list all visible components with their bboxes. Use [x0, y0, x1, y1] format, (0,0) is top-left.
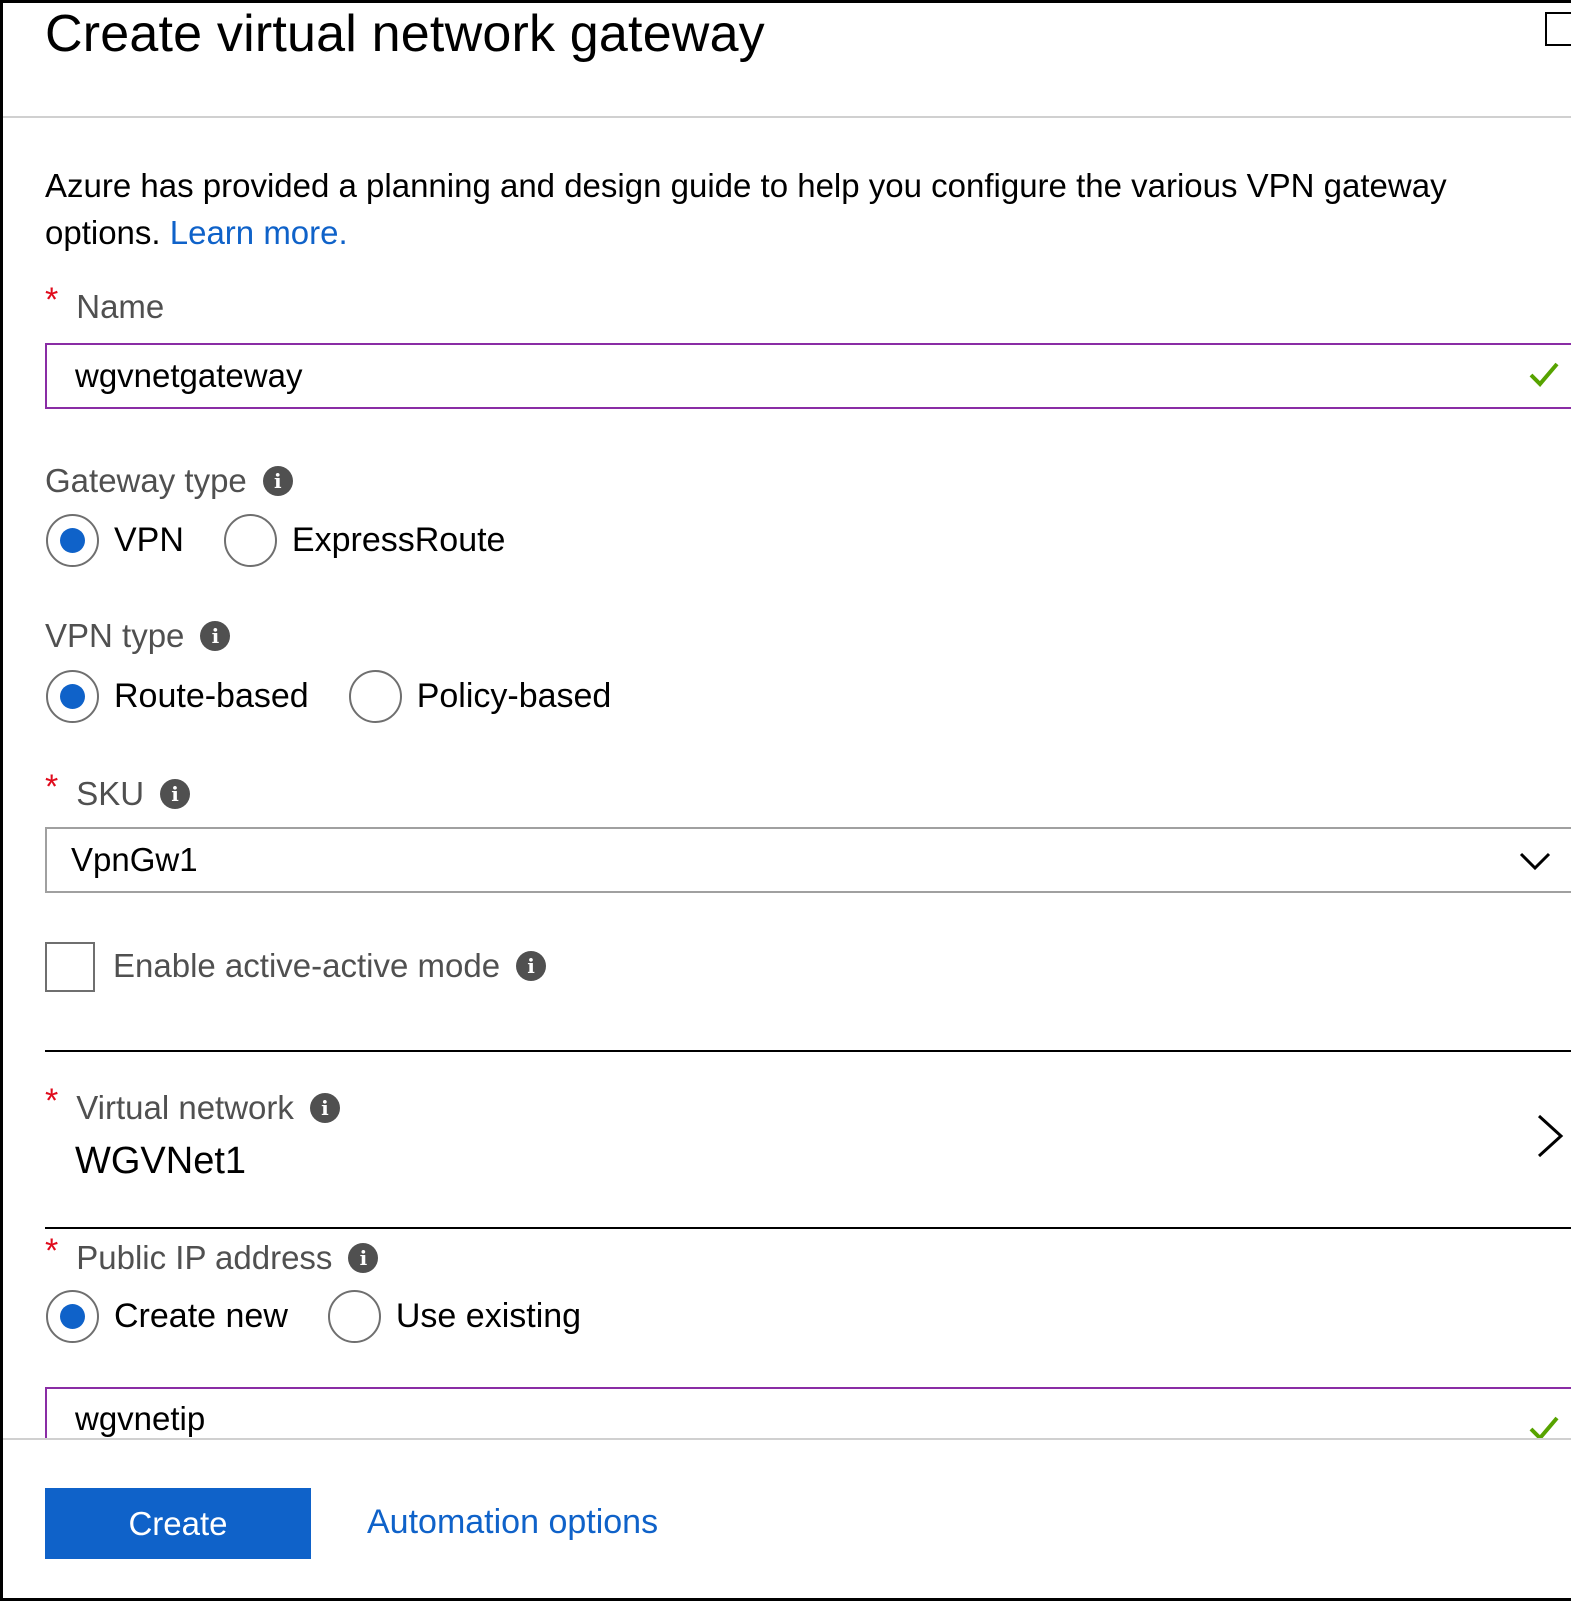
virtual-network-value[interactable]: WGVNet1 [75, 1140, 246, 1183]
gateway-type-vpn-label: VPN [114, 521, 184, 559]
sku-label: * SKU i [45, 768, 191, 813]
sku-selected-value: VpnGw1 [71, 841, 198, 878]
required-marker: * [45, 281, 59, 319]
gateway-type-vpn-radio[interactable] [46, 514, 99, 567]
public-ip-label-text: Public IP address [76, 1238, 333, 1276]
virtual-network-label: * Virtual network i [45, 1082, 340, 1127]
vpn-type-policy-based-radio[interactable] [348, 670, 402, 723]
vpn-type-route-based-radio[interactable] [46, 670, 99, 723]
info-icon[interactable]: i [262, 466, 293, 496]
gateway-type-expressroute-label: ExpressRoute [291, 521, 506, 559]
vpn-type-radio-group: Route-based Policy-based [46, 670, 611, 723]
radio-selected-dot [60, 1304, 85, 1329]
active-active-checkbox[interactable] [45, 942, 95, 992]
active-active-label: Enable active-active mode i [113, 947, 547, 985]
name-label-text: Name [76, 287, 165, 325]
public-ip-name-input[interactable]: wgvnetip [45, 1387, 1571, 1439]
info-icon[interactable]: i [516, 951, 547, 981]
public-ip-radio-group: Create new Use existing [46, 1290, 581, 1343]
section-divider [45, 1227, 1571, 1229]
learn-more-link[interactable]: Learn more. [170, 214, 348, 251]
header-divider [3, 116, 1571, 118]
gateway-type-label: Gateway type i [45, 462, 293, 500]
required-marker: * [45, 1232, 59, 1270]
virtual-network-label-text: Virtual network [76, 1088, 294, 1126]
info-icon[interactable]: i [309, 1092, 340, 1123]
info-icon[interactable]: i [348, 1242, 379, 1273]
public-ip-label: * Public IP address i [45, 1232, 379, 1277]
gateway-type-label-text: Gateway type [45, 462, 247, 499]
automation-options-link[interactable]: Automation options [367, 1503, 658, 1542]
maximize-icon[interactable] [1545, 12, 1571, 46]
public-ip-use-existing-label: Use existing [395, 1297, 582, 1335]
page-title: Create virtual network gateway [45, 5, 765, 63]
name-input[interactable]: wgvnetgateway [45, 343, 1571, 409]
create-button[interactable]: Create [45, 1488, 311, 1559]
sku-label-text: SKU [76, 774, 145, 812]
vpn-type-label-text: VPN type [45, 617, 185, 654]
active-active-label-text: Enable active-active mode [113, 947, 501, 984]
checkmark-icon [1529, 362, 1559, 387]
gateway-type-radio-group: VPN ExpressRoute [46, 514, 505, 567]
intro-text: Azure has provided a planning and design… [45, 162, 1565, 256]
public-ip-create-new-radio[interactable] [46, 1290, 99, 1343]
chevron-down-icon [1519, 852, 1551, 871]
chevron-right-icon[interactable] [1535, 1113, 1565, 1159]
name-input-value: wgvnetgateway [75, 357, 303, 394]
public-ip-create-new-label: Create new [114, 1297, 288, 1335]
required-marker: * [45, 1082, 59, 1120]
required-marker: * [45, 768, 59, 806]
footer-divider [3, 1438, 1571, 1440]
checkmark-icon [1529, 1416, 1559, 1439]
gateway-type-expressroute-radio[interactable] [223, 514, 277, 567]
radio-selected-dot [60, 528, 85, 553]
vpn-type-route-based-label: Route-based [114, 677, 309, 715]
public-ip-use-existing-radio[interactable] [327, 1290, 381, 1343]
sku-dropdown[interactable]: VpnGw1 [45, 827, 1571, 893]
info-icon[interactable]: i [200, 621, 231, 651]
public-ip-name-value: wgvnetip [75, 1400, 206, 1437]
radio-selected-dot [60, 684, 85, 709]
name-label: * Name [45, 281, 165, 326]
vpn-type-policy-based-label: Policy-based [416, 677, 612, 715]
info-icon[interactable]: i [160, 778, 191, 809]
section-divider [45, 1050, 1571, 1052]
vpn-type-label: VPN type i [45, 617, 231, 655]
